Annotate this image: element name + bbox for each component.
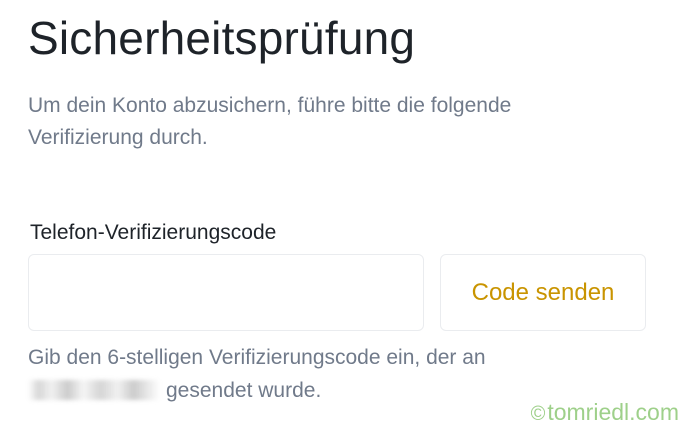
phone-code-input[interactable] xyxy=(28,254,424,331)
send-code-button[interactable]: Code senden xyxy=(440,254,646,331)
masked-phone-number xyxy=(28,380,160,400)
page-subtitle: Um dein Konto abzusichern, führe bitte d… xyxy=(28,94,512,149)
page-title: Sicherheitsprüfung xyxy=(28,12,416,64)
watermark-text: tomriedl.com xyxy=(547,399,679,425)
phone-code-label: Telefon-Verifizierungscode xyxy=(30,221,277,244)
helper-text-after: gesendet wurde. xyxy=(166,379,322,402)
helper-text: Gib den 6-stelligen Verifizierungscode e… xyxy=(28,341,588,407)
copyright-icon: © xyxy=(530,403,546,425)
helper-text-before: Gib den 6-stelligen Verifizierungscode e… xyxy=(28,346,486,369)
watermark: ©tomriedl.com xyxy=(531,398,679,428)
